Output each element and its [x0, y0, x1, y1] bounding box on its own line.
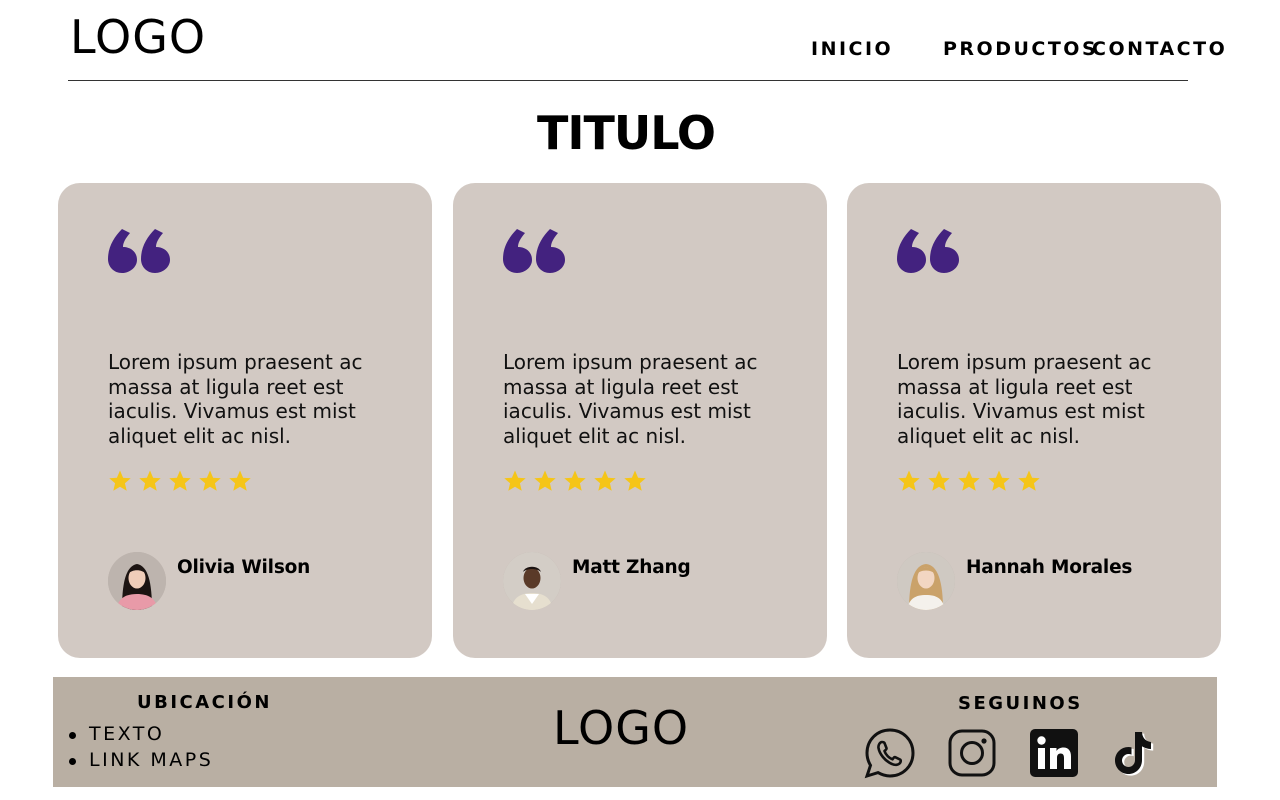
- testimonial-text: Lorem ipsum praesent ac massa at ligula …: [503, 350, 758, 448]
- star-icon: [624, 470, 646, 491]
- avatar: [108, 552, 166, 610]
- bullet: [69, 732, 76, 739]
- nav-productos[interactable]: PRODUCTOS: [943, 40, 1098, 59]
- quote-icon: [897, 229, 959, 273]
- instagram-icon[interactable]: [946, 727, 998, 779]
- location-list: TEXTO LINK MAPS: [69, 721, 213, 773]
- location-title: UBICACIÓN: [137, 692, 272, 713]
- star-icon: [504, 470, 526, 491]
- star-icon: [988, 470, 1010, 491]
- testimonial-card: Lorem ipsum praesent ac massa at ligula …: [847, 183, 1221, 658]
- nav-inicio[interactable]: INICIO: [811, 40, 893, 59]
- star-icon: [199, 470, 221, 491]
- star-icon: [109, 470, 131, 491]
- nav-contacto[interactable]: CONTACTO: [1092, 40, 1227, 59]
- avatar: [503, 552, 561, 610]
- testimonial-card: Lorem ipsum praesent ac massa at ligula …: [453, 183, 827, 658]
- star-icon: [1018, 470, 1040, 491]
- rating-stars: [897, 469, 1041, 493]
- star-icon: [564, 470, 586, 491]
- star-icon: [958, 470, 980, 491]
- testimonial-text: Lorem ipsum praesent ac massa at ligula …: [108, 350, 363, 448]
- header-logo[interactable]: LOGO: [70, 14, 206, 60]
- header-divider: [68, 80, 1188, 81]
- location-text: TEXTO: [89, 723, 165, 745]
- social-title: SEGUINOS: [958, 693, 1083, 714]
- person-name: Matt Zhang: [572, 557, 691, 578]
- page-title: TITULO: [537, 106, 716, 160]
- bullet: [69, 758, 76, 765]
- list-item[interactable]: LINK MAPS: [69, 747, 213, 773]
- person-name: Hannah Morales: [966, 557, 1133, 578]
- linkedin-icon[interactable]: [1028, 727, 1080, 779]
- star-icon: [594, 470, 616, 491]
- tiktok-icon[interactable]: [1108, 727, 1160, 779]
- list-item: TEXTO: [69, 721, 213, 747]
- maps-link[interactable]: LINK MAPS: [89, 749, 213, 771]
- testimonial-text: Lorem ipsum praesent ac massa at ligula …: [897, 350, 1152, 448]
- quote-icon: [108, 229, 170, 273]
- avatar: [897, 552, 955, 610]
- rating-stars: [108, 469, 252, 493]
- star-icon: [169, 470, 191, 491]
- star-icon: [229, 470, 251, 491]
- quote-icon: [503, 229, 565, 273]
- star-icon: [139, 470, 161, 491]
- footer-logo[interactable]: LOGO: [553, 705, 689, 751]
- person-name: Olivia Wilson: [177, 557, 311, 578]
- star-icon: [534, 470, 556, 491]
- whatsapp-icon[interactable]: [864, 727, 916, 779]
- testimonial-card: Lorem ipsum praesent ac massa at ligula …: [58, 183, 432, 658]
- footer: UBICACIÓN TEXTO LINK MAPS LOGO SEGUINOS: [53, 677, 1217, 787]
- rating-stars: [503, 469, 647, 493]
- star-icon: [928, 470, 950, 491]
- star-icon: [898, 470, 920, 491]
